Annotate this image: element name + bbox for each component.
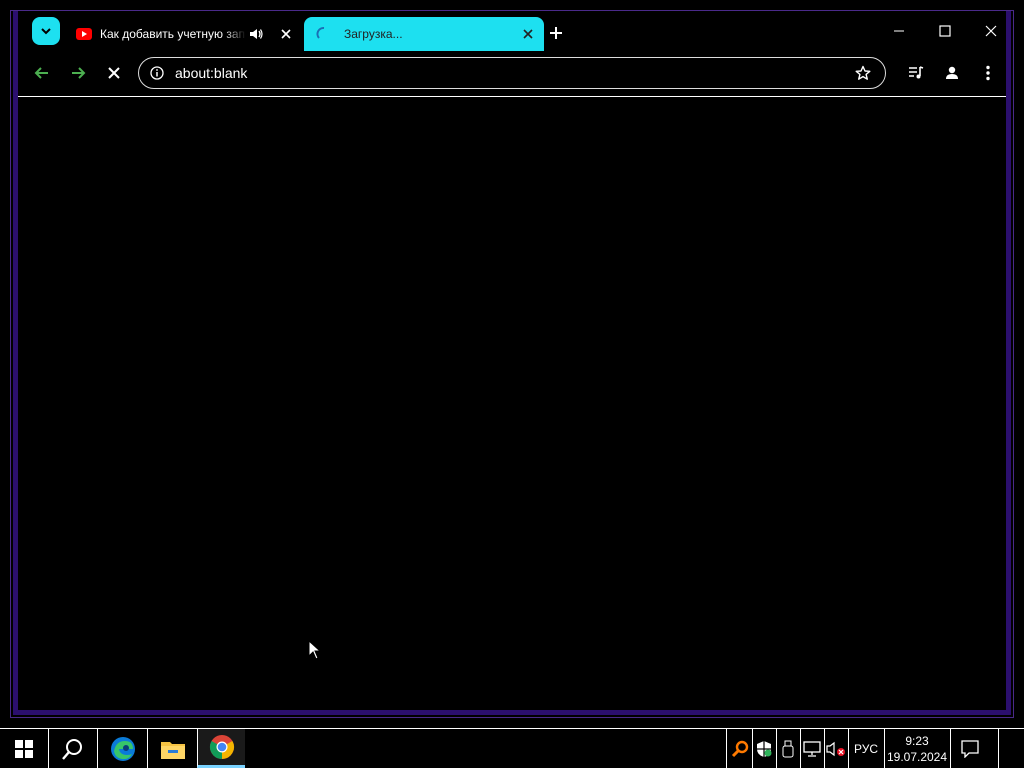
minimize-button[interactable] xyxy=(876,17,922,45)
edge-icon xyxy=(110,736,135,761)
edge-button[interactable] xyxy=(97,729,147,768)
tab-youtube[interactable]: Как добавить учетную зап xyxy=(68,17,302,51)
plus-icon xyxy=(550,27,562,39)
tab-title: Как добавить учетную зап xyxy=(100,27,246,41)
mouse-cursor-icon xyxy=(308,639,322,665)
action-center-button[interactable] xyxy=(950,729,990,768)
url-text[interactable]: about:blank xyxy=(175,65,853,81)
address-bar[interactable]: about:blank xyxy=(138,57,886,89)
browser-toolbar: about:blank xyxy=(18,51,1006,97)
playlist-music-icon xyxy=(909,66,924,79)
page-content[interactable] xyxy=(18,97,1006,710)
close-tab-icon[interactable] xyxy=(276,24,296,44)
bookmark-star-icon[interactable] xyxy=(853,63,873,83)
person-icon xyxy=(946,66,958,79)
tab-title: Загрузка... xyxy=(344,27,403,41)
speaker-icon[interactable] xyxy=(246,24,266,44)
security-shield-icon[interactable] xyxy=(752,729,776,768)
tab-search-button[interactable] xyxy=(32,17,60,45)
notification-icon xyxy=(961,739,979,758)
file-explorer-button[interactable] xyxy=(147,729,197,768)
volume-muted-icon[interactable] xyxy=(824,729,848,768)
windows-logo-icon xyxy=(15,739,33,758)
search-tool-icon[interactable] xyxy=(728,729,752,768)
close-window-button[interactable] xyxy=(968,17,1014,45)
network-icon[interactable] xyxy=(800,729,824,768)
window-frame: Как добавить учетную зап Загрузка... abo… xyxy=(13,11,1011,715)
maximize-button[interactable] xyxy=(922,17,968,45)
tab-loading[interactable]: Загрузка... xyxy=(304,17,544,51)
clock-date: 19.07.2024 xyxy=(886,749,948,764)
more-vertical-icon xyxy=(986,65,990,81)
clock-time: 9:23 xyxy=(905,733,929,748)
taskbar: РУС 9:23 19.07.2024 xyxy=(0,728,1024,768)
start-button[interactable] xyxy=(0,729,48,768)
chrome-button[interactable] xyxy=(197,729,245,768)
chrome-icon xyxy=(209,735,234,759)
usb-device-icon[interactable] xyxy=(776,729,800,768)
desktop: Как добавить учетную зап Загрузка... abo… xyxy=(0,0,1024,728)
forward-button[interactable] xyxy=(64,59,92,87)
clock[interactable]: 9:23 19.07.2024 xyxy=(884,729,950,768)
search-icon xyxy=(62,738,82,760)
search-button[interactable] xyxy=(48,729,97,768)
arrow-right-icon xyxy=(72,67,86,79)
menu-button[interactable] xyxy=(974,59,1002,87)
close-icon xyxy=(108,67,120,79)
stop-loading-button[interactable] xyxy=(100,59,128,87)
close-tab-icon[interactable] xyxy=(518,24,538,44)
new-tab-button[interactable] xyxy=(544,21,568,45)
loading-spinner-icon xyxy=(316,26,332,42)
maximize-icon xyxy=(939,25,951,37)
arrow-left-icon xyxy=(34,67,48,79)
show-desktop-button[interactable] xyxy=(1000,729,1024,768)
tab-strip: Как добавить учетную зап Загрузка... xyxy=(18,11,1006,51)
minimize-icon xyxy=(894,30,904,32)
language-indicator[interactable]: РУС xyxy=(848,729,884,768)
youtube-icon xyxy=(76,26,92,42)
close-icon xyxy=(985,25,997,37)
back-button[interactable] xyxy=(28,59,56,87)
info-icon[interactable] xyxy=(149,65,165,81)
file-explorer-icon xyxy=(160,741,185,759)
browser-window: Как добавить учетную зап Загрузка... abo… xyxy=(10,10,1014,718)
chevron-down-icon xyxy=(41,28,51,35)
media-controls-button[interactable] xyxy=(902,59,930,87)
profile-button[interactable] xyxy=(938,59,966,87)
